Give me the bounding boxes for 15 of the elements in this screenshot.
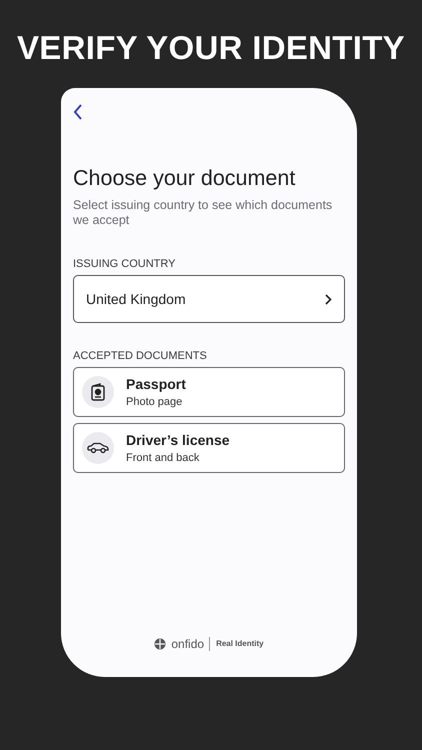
chevron-icon: [325, 294, 332, 304]
document-option[interactable]: Passport Photo page: [73, 367, 345, 417]
headline: VERIFY YOUR IDENTITY: [16, 28, 405, 68]
brand-name: onfido: [171, 637, 204, 651]
section-label: ACCEPTED DOCUMENTS: [73, 350, 208, 362]
country-select[interactable]: United Kingdom: [73, 275, 345, 323]
document-option[interactable]: Driver’s license Front and back: [73, 423, 345, 473]
passport-icon: [90, 383, 106, 401]
back-icon: [73, 104, 83, 120]
brand-tagline: Real Identity: [209, 637, 264, 651]
section-label: ISSUING COUNTRY: [73, 258, 176, 270]
page-subtitle: Select issuing country to see which documents we accept: [73, 198, 334, 228]
car-icon: [87, 442, 109, 454]
logo-icon: [154, 638, 166, 650]
page-title: Choose your document: [73, 165, 296, 192]
